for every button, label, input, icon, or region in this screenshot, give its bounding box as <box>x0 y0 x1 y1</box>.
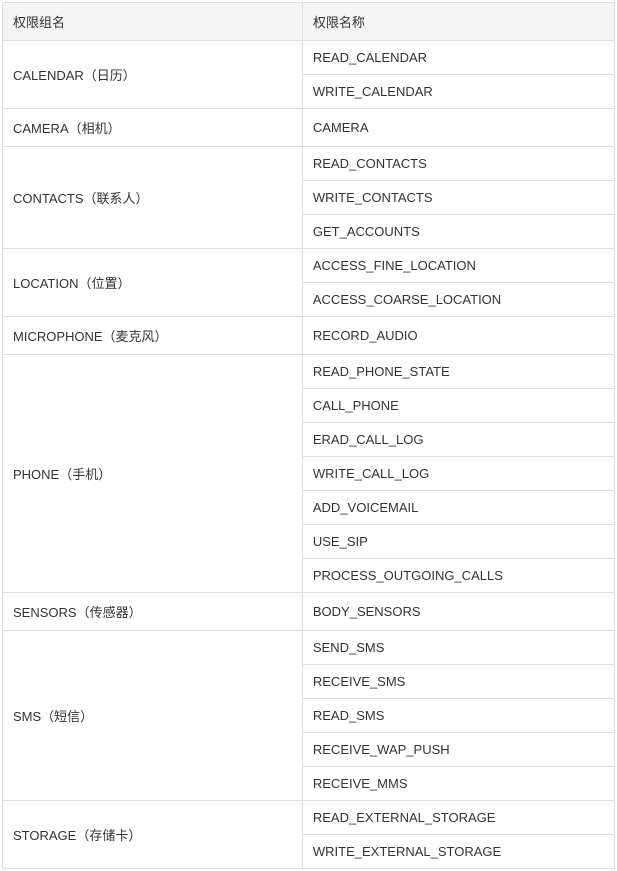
table-row: SMS（短信）SEND_SMS <box>3 631 615 665</box>
group-cell: STORAGE（存储卡） <box>3 801 303 869</box>
permission-cell: ADD_VOICEMAIL <box>302 491 614 525</box>
permission-cell: CALL_PHONE <box>302 389 614 423</box>
permission-cell: WRITE_EXTERNAL_STORAGE <box>302 835 614 869</box>
permission-cell: GET_ACCOUNTS <box>302 215 614 249</box>
group-cell: CALENDAR（日历） <box>3 41 303 109</box>
table-row: PHONE（手机）READ_PHONE_STATE <box>3 355 615 389</box>
permission-cell: ACCESS_COARSE_LOCATION <box>302 283 614 317</box>
header-permission: 权限名称 <box>302 3 614 41</box>
permission-cell: RECEIVE_SMS <box>302 665 614 699</box>
permission-cell: ERAD_CALL_LOG <box>302 423 614 457</box>
group-cell: LOCATION（位置） <box>3 249 303 317</box>
group-cell: MICROPHONE（麦克风） <box>3 317 303 355</box>
permission-cell: READ_SMS <box>302 699 614 733</box>
table-row: CALENDAR（日历）READ_CALENDAR <box>3 41 615 75</box>
table-row: CONTACTS（联系人）READ_CONTACTS <box>3 147 615 181</box>
permission-cell: WRITE_CONTACTS <box>302 181 614 215</box>
permission-cell: USE_SIP <box>302 525 614 559</box>
permission-cell: READ_EXTERNAL_STORAGE <box>302 801 614 835</box>
group-cell: SENSORS（传感器） <box>3 593 303 631</box>
table-row: LOCATION（位置）ACCESS_FINE_LOCATION <box>3 249 615 283</box>
group-cell: SMS（短信） <box>3 631 303 801</box>
permission-cell: RECORD_AUDIO <box>302 317 614 355</box>
table-row: CAMERA（相机）CAMERA <box>3 109 615 147</box>
permission-cell: PROCESS_OUTGOING_CALLS <box>302 559 614 593</box>
table-row: MICROPHONE（麦克风）RECORD_AUDIO <box>3 317 615 355</box>
permission-cell: CAMERA <box>302 109 614 147</box>
group-cell: CONTACTS（联系人） <box>3 147 303 249</box>
permission-cell: WRITE_CALL_LOG <box>302 457 614 491</box>
table-row: SENSORS（传感器）BODY_SENSORS <box>3 593 615 631</box>
permission-cell: ACCESS_FINE_LOCATION <box>302 249 614 283</box>
group-cell: PHONE（手机） <box>3 355 303 593</box>
header-group: 权限组名 <box>3 3 303 41</box>
permission-cell: SEND_SMS <box>302 631 614 665</box>
table-header-row: 权限组名 权限名称 <box>3 3 615 41</box>
permission-cell: RECEIVE_MMS <box>302 767 614 801</box>
permission-cell: WRITE_CALENDAR <box>302 75 614 109</box>
permission-cell: BODY_SENSORS <box>302 593 614 631</box>
permission-cell: READ_PHONE_STATE <box>302 355 614 389</box>
permission-cell: RECEIVE_WAP_PUSH <box>302 733 614 767</box>
permissions-table: 权限组名 权限名称 CALENDAR（日历）READ_CALENDARWRITE… <box>2 2 615 869</box>
permission-cell: READ_CALENDAR <box>302 41 614 75</box>
group-cell: CAMERA（相机） <box>3 109 303 147</box>
table-row: STORAGE（存储卡）READ_EXTERNAL_STORAGE <box>3 801 615 835</box>
permission-cell: READ_CONTACTS <box>302 147 614 181</box>
